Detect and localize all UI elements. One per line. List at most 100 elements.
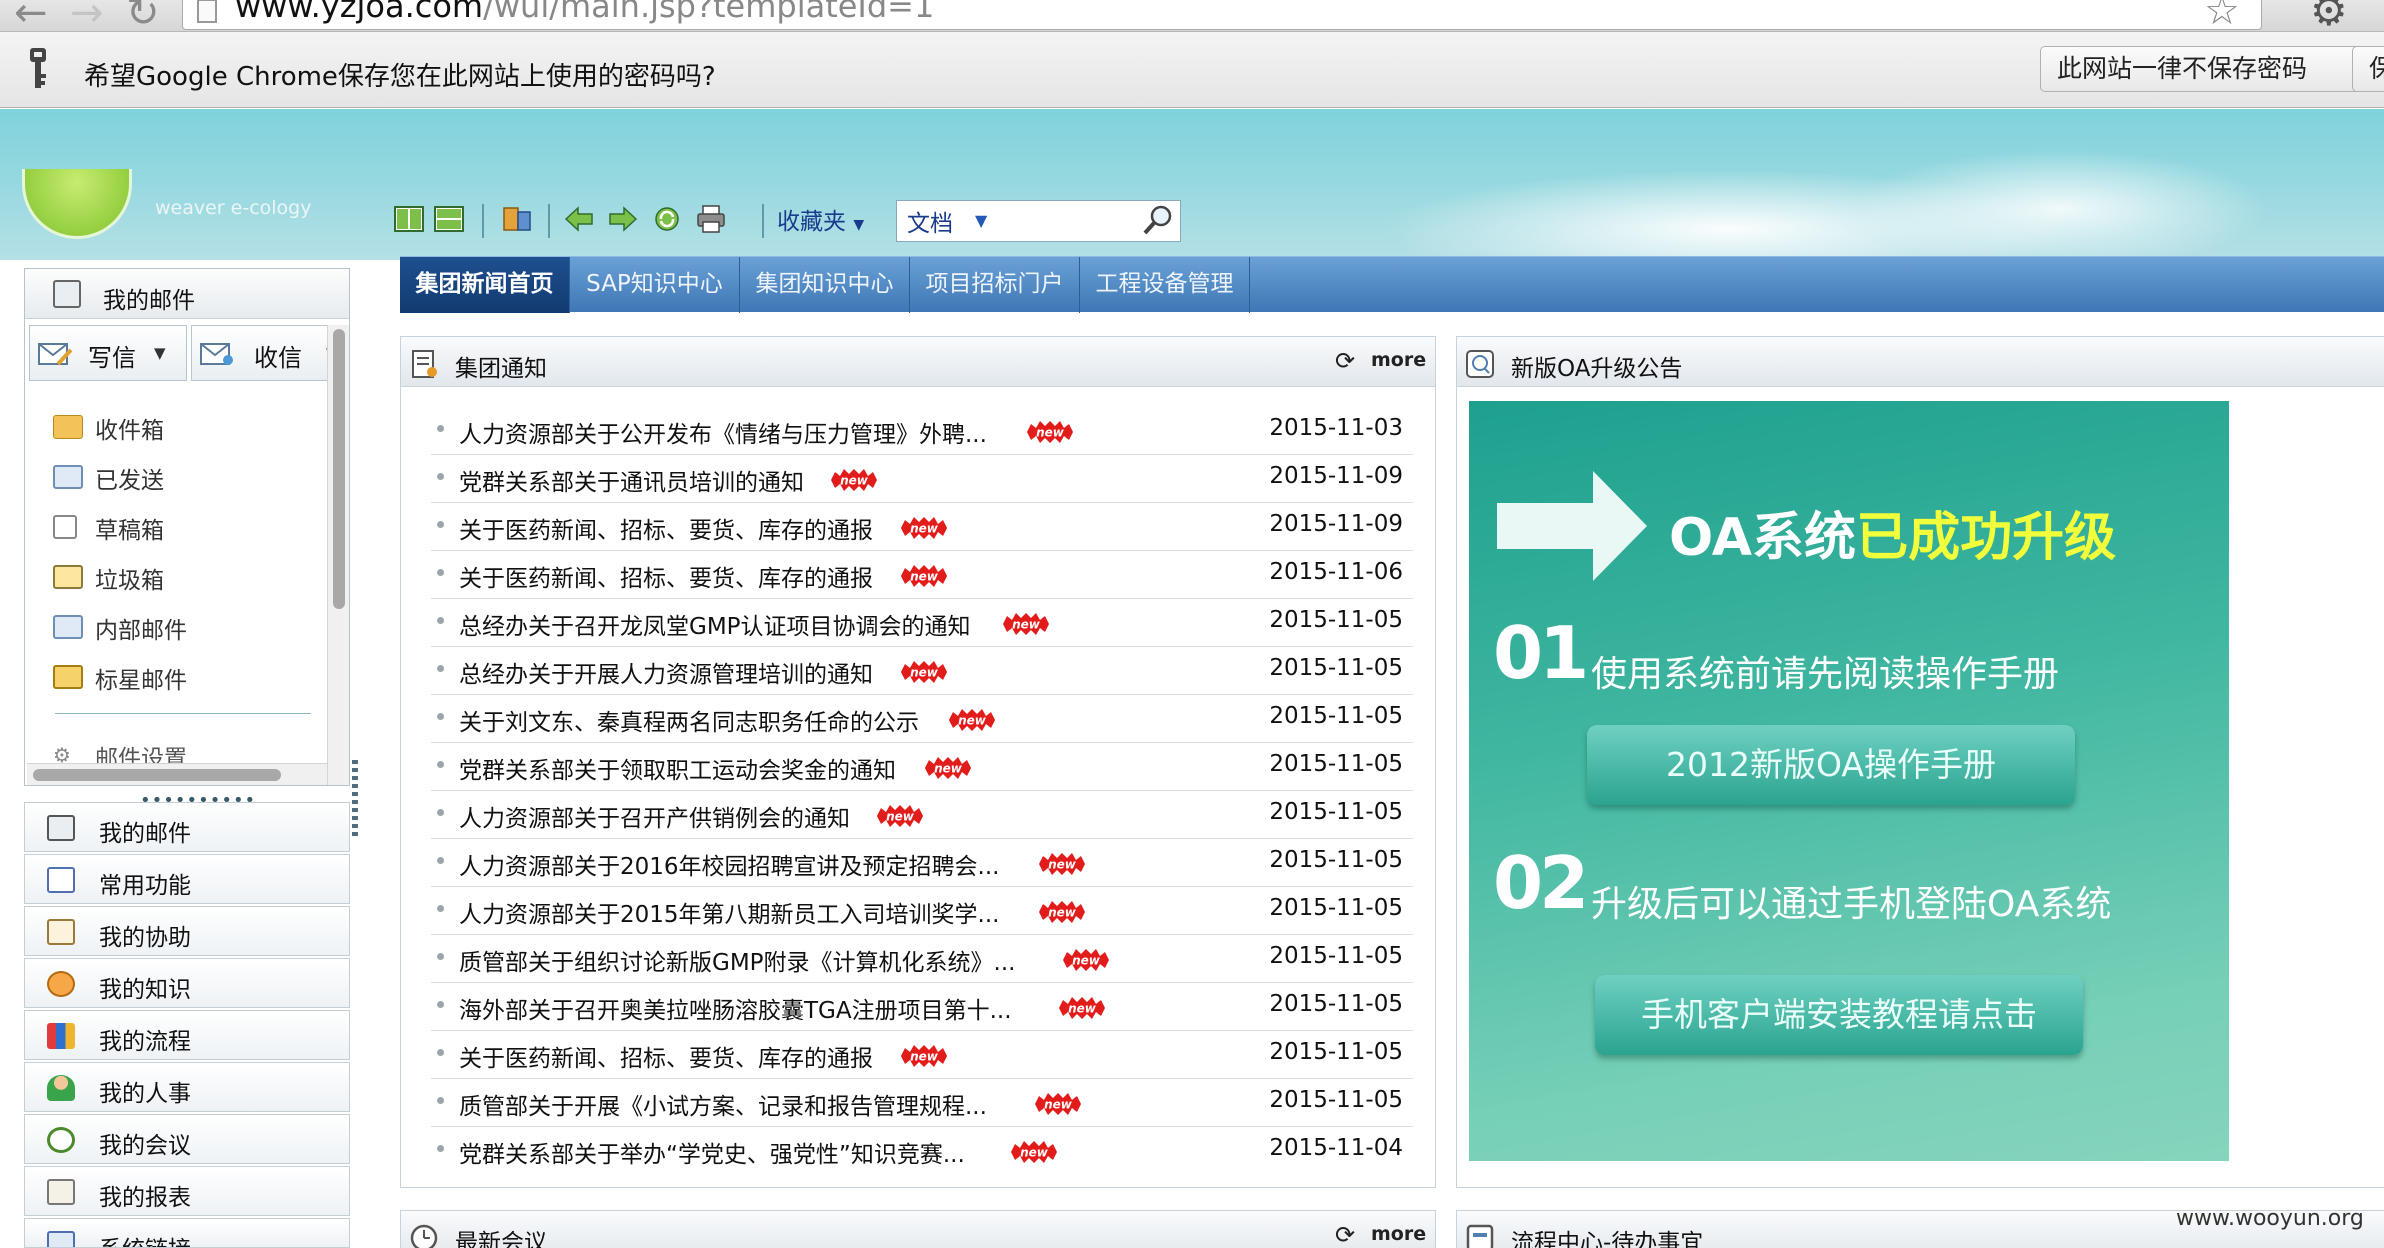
notice-title[interactable]: 党群关系部关于举办“学党史、强党性”知识竞赛... [459,1135,965,1169]
horizontal-scrollbar[interactable] [27,763,327,785]
list-item[interactable]: 总经办关于召开龙凤堂GMP认证项目协调会的通知 new 2015-11-05 [431,599,1413,647]
notice-title[interactable]: 人力资源部关于召开产供销例会的通知 [459,799,850,833]
svg-text:new: new [1048,858,1077,872]
sidebar-splitter-handle[interactable] [352,760,358,840]
notice-more-link[interactable]: more [1371,349,1426,371]
folder-starred[interactable]: 标星邮件 [53,657,313,697]
sidebar-item-label: 我的人事 [99,1081,191,1107]
list-item[interactable]: 海外部关于召开奥美拉唑肠溶胶囊TGA注册项目第十... new 2015-11-05 [431,983,1413,1031]
notice-portlet: 集团通知 ⟳ more 人力资源部关于公开发布《情绪与压力管理》外聘... new… [400,336,1436,1188]
refresh-icon[interactable]: ⟳ [1335,1221,1355,1248]
list-item[interactable]: 质管部关于开展《小试方案、记录和报告管理规程... new 2015-11-05 [431,1079,1413,1127]
tab-group-news[interactable]: 集团新闻首页 [400,257,570,313]
notice-title[interactable]: 人力资源部关于公开发布《情绪与压力管理》外聘... [459,415,987,449]
never-save-password-button[interactable]: 此网站一律不保存密码 [2040,46,2360,92]
sidebar-item-knowledge[interactable]: 我的知识 [24,958,350,1008]
search-icon[interactable] [1141,203,1175,237]
notice-title[interactable]: 党群关系部关于领取职工运动会奖金的通知 [459,751,896,785]
notice-title[interactable]: 人力资源部关于2015年第八期新员工入司培训奖学... [459,895,999,929]
notice-title[interactable]: 关于刘文东、秦真程两名同志职务任命的公示 [459,703,919,737]
back-arrow-icon[interactable] [564,204,594,234]
compose-button[interactable]: 写信 ▼ [29,325,187,381]
folder-sent[interactable]: 已发送 [53,457,313,497]
tab-sap-knowledge[interactable]: SAP知识中心 [570,257,740,313]
tab-group-knowledge[interactable]: 集团知识中心 [740,257,910,313]
folder-trash[interactable]: 垃圾箱 [53,557,313,597]
notice-title[interactable]: 关于医药新闻、招标、要货、库存的通报 [459,559,873,593]
layout-rows-icon[interactable] [434,204,464,234]
headline-highlight: 已成功升级 [1856,508,2117,568]
notice-title[interactable]: 海外部关于召开奥美拉唑肠溶胶囊TGA注册项目第十... [459,991,1012,1025]
forward-icon[interactable]: → [70,0,104,36]
sidebar-item-assist[interactable]: 我的协助 [24,906,350,956]
search-box[interactable]: 文档 ▼ [896,200,1181,242]
forward-arrow-icon[interactable] [608,204,638,234]
scrollbar-thumb[interactable] [333,329,345,609]
sidebar-item-workflow[interactable]: 我的流程 [24,1010,350,1060]
folder-label: 草稿箱 [95,518,164,544]
reload-icon[interactable]: ↻ [126,0,160,36]
list-item[interactable]: 党群关系部关于领取职工运动会奖金的通知 new 2015-11-05 [431,743,1413,791]
vertical-scrollbar[interactable] [327,325,349,785]
notice-title[interactable]: 关于医药新闻、招标、要货、库存的通报 [459,1039,873,1073]
svg-text:new: new [840,474,869,488]
mobile-client-tutorial-button[interactable]: 手机客户端安装教程请点击 [1595,975,2083,1055]
sent-icon [53,465,83,489]
mail-settings-item[interactable]: ⚙ 邮件设置 [53,735,313,765]
list-item[interactable]: 党群关系部关于通讯员培训的通知 new 2015-11-09 [431,455,1413,503]
list-item[interactable]: 人力资源部关于召开产供销例会的通知 new 2015-11-05 [431,791,1413,839]
folder-inbox[interactable]: 收件箱 [53,407,313,447]
list-item[interactable]: 人力资源部关于2016年校园招聘宣讲及预定招聘会... new 2015-11-05 [431,839,1413,887]
address-bar[interactable]: www.yzjoa.com/wui/main.jsp?templateId=1 [182,0,2262,30]
folder-drafts[interactable]: 草稿箱 [53,507,313,547]
list-item[interactable]: 关于医药新闻、招标、要货、库存的通报 new 2015-11-06 [431,551,1413,599]
tab-equipment-management[interactable]: 工程设备管理 [1080,257,1250,313]
save-password-button[interactable]: 保 [2352,46,2384,92]
manual-download-button[interactable]: 2012新版OA操作手册 [1587,725,2075,805]
list-item[interactable]: 关于医药新闻、招标、要货、库存的通报 new 2015-11-05 [431,1031,1413,1079]
list-item[interactable]: 人力资源部关于2015年第八期新员工入司培训奖学... new 2015-11-05 [431,887,1413,935]
tab-project-bidding[interactable]: 项目招标门户 [910,257,1080,313]
scrollbar-thumb[interactable] [33,769,281,781]
refresh-icon[interactable]: ⟳ [1335,347,1355,375]
notice-title[interactable]: 质管部关于组织讨论新版GMP附录《计算机化系统》... [459,943,1015,977]
search-category-select[interactable]: 文档 [907,204,953,238]
list-item[interactable]: 关于医药新闻、招标、要货、库存的通报 new 2015-11-09 [431,503,1413,551]
list-item[interactable]: 质管部关于组织讨论新版GMP附录《计算机化系统》... new 2015-11-05 [431,935,1413,983]
favorites-menu[interactable]: 收藏夹 ▼ [777,202,864,236]
svg-text:new: new [886,810,915,824]
url-text[interactable]: www.yzjoa.com/wui/main.jsp?templateId=1 [235,0,934,25]
notice-title[interactable]: 总经办关于召开龙凤堂GMP认证项目协调会的通知 [459,607,971,641]
portal-settings-icon[interactable] [502,204,532,234]
receive-button[interactable]: 收信 ▼ [191,325,347,381]
notice-title[interactable]: 党群关系部关于通讯员培训的通知 [459,463,804,497]
sidebar-item-functions[interactable]: 常用功能 [24,854,350,904]
settings-gear-icon[interactable]: ⚙ [2310,0,2348,35]
meeting-icon [47,1127,75,1153]
sidebar-item-my-mail[interactable]: 我的邮件 [24,802,350,852]
bookmark-star-icon[interactable]: ☆ [2204,0,2240,34]
notice-title[interactable]: 关于医药新闻、招标、要货、库存的通报 [459,511,873,545]
sidebar-item-meeting[interactable]: 我的会议 [24,1114,350,1164]
chevron-down-icon[interactable]: ▼ [975,211,987,230]
folder-internal[interactable]: 内部邮件 [53,607,313,647]
list-item[interactable]: 人力资源部关于公开发布《情绪与压力管理》外聘... new 2015-11-03 [431,407,1413,455]
sidebar-item-report[interactable]: 我的报表 [24,1166,350,1216]
sidebar-item-hr[interactable]: 我的人事 [24,1062,350,1112]
list-item[interactable]: 总经办关于开展人力资源管理培训的通知 new 2015-11-05 [431,647,1413,695]
notice-date: 2015-11-05 [1269,799,1403,825]
notice-title[interactable]: 总经办关于开展人力资源管理培训的通知 [459,655,873,689]
print-icon[interactable] [696,204,726,234]
notice-date: 2015-11-05 [1269,1087,1403,1113]
refresh-icon[interactable] [652,204,682,234]
chevron-down-icon[interactable]: ▼ [154,344,166,362]
back-icon[interactable]: ← [14,0,48,36]
layout-columns-icon[interactable] [394,204,424,234]
sidebar-item-links[interactable]: 系统链接 [24,1218,350,1248]
notice-title[interactable]: 人力资源部关于2016年校园招聘宣讲及预定招聘会... [459,847,999,881]
list-item[interactable]: 党群关系部关于举办“学党史、强党性”知识竞赛... new 2015-11-04 [431,1127,1413,1175]
meeting-more-link[interactable]: more [1371,1223,1426,1245]
bullet-icon [437,1049,444,1056]
notice-title[interactable]: 质管部关于开展《小试方案、记录和报告管理规程... [459,1087,987,1121]
list-item[interactable]: 关于刘文东、秦真程两名同志职务任命的公示 new 2015-11-05 [431,695,1413,743]
